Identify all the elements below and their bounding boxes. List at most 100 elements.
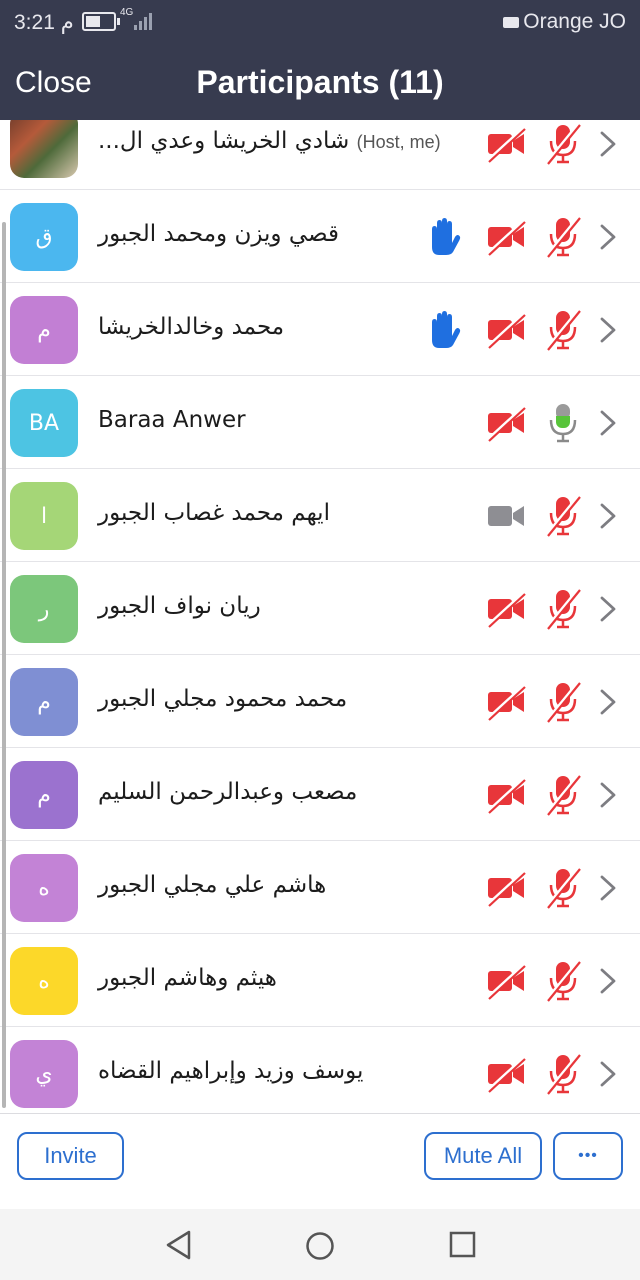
participant-name-text: محمد وخالدالخريشا (98, 314, 285, 340)
participant-row[interactable]: BA Baraa Anwer (0, 376, 640, 469)
chevron-right-icon[interactable] (597, 502, 619, 530)
avatar: ه (10, 854, 78, 922)
chevron-right-icon[interactable] (597, 595, 619, 623)
participant-name: شادي الخريشا وعدي ال... (Host, me) (98, 128, 441, 154)
participant-name-text: ريان نواف الجبور (98, 593, 261, 619)
chevron-right-icon[interactable] (597, 1060, 619, 1088)
chevron-right-icon[interactable] (597, 967, 619, 995)
avatar (10, 120, 78, 178)
video-off-icon (486, 405, 526, 442)
participant-name: ايهم محمد غصاب الجبور (98, 500, 330, 526)
microphone-muted-icon (546, 123, 581, 165)
avatar: ه (10, 947, 78, 1015)
participant-name: هاشم علي مجلي الجبور (98, 872, 326, 898)
participant-name-text: ايهم محمد غصاب الجبور (98, 500, 330, 526)
chevron-right-icon[interactable] (597, 688, 619, 716)
video-off-icon (486, 312, 526, 349)
participants-list[interactable]: شادي الخريشا وعدي ال... (Host, me) ق قصي و… (0, 120, 640, 1113)
status-time: 3:21 م (14, 11, 74, 34)
participant-row[interactable]: ا ايهم محمد غصاب الجبور (0, 469, 640, 562)
scrollbar[interactable] (2, 222, 6, 1108)
camera-indicator-icon (503, 16, 520, 28)
avatar: م (10, 761, 78, 829)
participant-name-text: شادي الخريشا وعدي ال... (98, 128, 350, 154)
microphone-muted-icon (546, 867, 581, 909)
avatar: ق (10, 203, 78, 271)
footer-toolbar: Invite Mute All ••• (0, 1113, 640, 1210)
participant-row[interactable]: ر ريان نواف الجبور (0, 562, 640, 655)
chevron-right-icon[interactable] (597, 409, 619, 437)
back-nav-icon[interactable] (164, 1229, 192, 1261)
participant-name: محمد وخالدالخريشا (98, 314, 284, 340)
video-off-icon (486, 126, 526, 163)
video-off-icon (486, 219, 526, 256)
avatar: م (10, 668, 78, 736)
microphone-muted-icon (546, 1053, 581, 1095)
microphone-muted-icon (546, 774, 581, 816)
header: Close Participants (11) (0, 44, 640, 120)
microphone-muted-icon (546, 960, 581, 1002)
more-options-button[interactable]: ••• (553, 1132, 623, 1180)
participant-name: ريان نواف الجبور (98, 593, 261, 619)
microphone-muted-icon (546, 309, 581, 351)
video-off-icon (486, 870, 526, 907)
microphone-muted-icon (546, 495, 581, 537)
participant-row[interactable]: ه هاشم علي مجلي الجبور (0, 841, 640, 934)
participant-name: هيثم وهاشم الجبور (98, 965, 277, 991)
host-tag: (Host, me) (356, 132, 441, 152)
video-off-icon (486, 684, 526, 721)
participant-name: محمد محمود مجلي الجبور (98, 686, 347, 712)
home-nav-icon[interactable] (305, 1231, 335, 1261)
raised-hand-icon (432, 311, 461, 348)
signal-icon (134, 12, 154, 30)
status-bar: 3:21 م 4G Orange JO (0, 0, 640, 44)
network-type: 4G (120, 7, 134, 18)
participant-name-text: محمد محمود مجلي الجبور (98, 686, 348, 712)
avatar: BA (10, 389, 78, 457)
participant-name-text: يوسف وزيد وإبراهيم القضاه (98, 1058, 364, 1084)
chevron-right-icon[interactable] (597, 316, 619, 344)
video-off-icon (486, 963, 526, 1000)
participant-row[interactable]: م محمد وخالدالخريشا (0, 283, 640, 376)
participant-name: مصعب وعبدالرحمن السليم (98, 779, 357, 805)
participant-name-text: Baraa Anwer (98, 407, 246, 433)
participant-row[interactable]: م مصعب وعبدالرحمن السليم (0, 748, 640, 841)
android-nav-bar (0, 1209, 640, 1280)
video-off-icon (486, 1056, 526, 1093)
participant-name-text: مصعب وعبدالرحمن السليم (98, 779, 358, 805)
battery-icon (82, 12, 120, 31)
avatar: ا (10, 482, 78, 550)
carrier-name: Orange JO (523, 10, 626, 33)
participant-row[interactable]: شادي الخريشا وعدي ال... (Host, me) (0, 120, 640, 190)
participant-row[interactable]: م محمد محمود مجلي الجبور (0, 655, 640, 748)
participant-row[interactable]: ي يوسف وزيد وإبراهيم القضاه (0, 1027, 640, 1113)
invite-button[interactable]: Invite (17, 1132, 124, 1180)
microphone-muted-icon (546, 588, 581, 630)
participant-name: قصي ويزن ومحمد الجبور (98, 221, 339, 247)
page-title: Participants (11) (196, 64, 444, 100)
microphone-on-icon (549, 404, 577, 443)
mute-all-button[interactable]: Mute All (424, 1132, 542, 1180)
video-off-icon (486, 591, 526, 628)
avatar: ر (10, 575, 78, 643)
video-on-icon (488, 506, 524, 526)
recents-nav-icon[interactable] (449, 1231, 477, 1259)
participant-name-text: هاشم علي مجلي الجبور (98, 872, 327, 898)
participant-row[interactable]: ق قصي ويزن ومحمد الجبور (0, 190, 640, 283)
participant-name: Baraa Anwer (98, 407, 246, 433)
chevron-right-icon[interactable] (597, 130, 619, 158)
microphone-muted-icon (546, 216, 581, 258)
microphone-muted-icon (546, 681, 581, 723)
participant-name-text: قصي ويزن ومحمد الجبور (98, 221, 339, 247)
participant-row[interactable]: ه هيثم وهاشم الجبور (0, 934, 640, 1027)
chevron-right-icon[interactable] (597, 223, 619, 251)
video-off-icon (486, 777, 526, 814)
participant-name: يوسف وزيد وإبراهيم القضاه (98, 1058, 363, 1084)
participant-name-text: هيثم وهاشم الجبور (98, 965, 277, 991)
chevron-right-icon[interactable] (597, 874, 619, 902)
raised-hand-icon (432, 218, 461, 255)
avatar: م (10, 296, 78, 364)
carrier: Orange JO (503, 10, 626, 34)
chevron-right-icon[interactable] (597, 781, 619, 809)
avatar: ي (10, 1040, 78, 1108)
